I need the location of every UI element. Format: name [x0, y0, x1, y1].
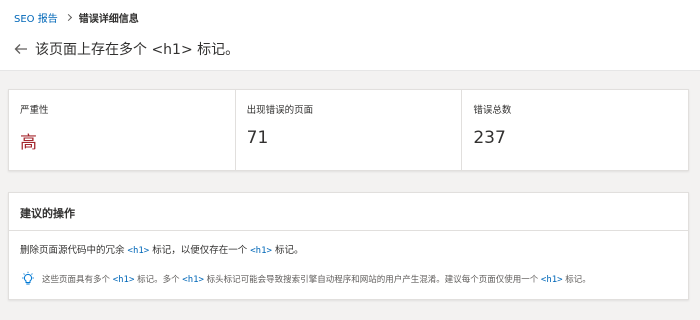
metric-label: 严重性: [20, 105, 49, 116]
back-button[interactable]: [12, 40, 30, 58]
action-text-part: 删除页面源代码中的冗余: [20, 245, 128, 256]
action-text-part: 标记，以便仅存在一个: [149, 245, 251, 256]
tip-row: 这些页面具有多个 <h1> 标记。多个 <h1> 标头标记可能会导致搜索引擎自动…: [20, 271, 591, 287]
recommended-actions-card: 建议的操作 删除页面源代码中的冗余 <h1> 标记，以便仅存在一个 <h1> 标…: [8, 192, 689, 300]
tip-text: 这些页面具有多个 <h1> 标记。多个 <h1> 标头标记可能会导致搜索引擎自动…: [42, 273, 591, 285]
h1-tag-code: <h1>: [182, 275, 204, 285]
h1-tag-code: <h1>: [127, 246, 150, 256]
arrow-left-icon: [14, 44, 27, 54]
metric-total-errors: 错误总数 237: [461, 90, 688, 170]
h1-tag-code: <h1>: [112, 275, 135, 285]
page-title: 该页面上存在多个 <h1> 标记。: [35, 39, 239, 59]
breadcrumb-current: 错误详细信息: [78, 13, 139, 25]
metric-severity: 严重性 高: [9, 90, 235, 170]
severity-value: 高: [20, 133, 37, 153]
chevron-right-icon: [64, 13, 72, 21]
page-title-text: 该页面上存在多个: [35, 42, 152, 58]
page-header: SEO 报告 错误详细信息 该页面上存在多个 <h1> 标记。: [0, 0, 700, 71]
action-text-part: 标记。: [271, 245, 304, 256]
tip-text-part: 标头标记可能会导致搜索引擎自动程序和网站的用户产生混淆。建议每个页面仅使用一个: [203, 275, 541, 285]
h1-tag-code: <h1>: [540, 275, 563, 285]
lightbulb-icon: [22, 271, 34, 285]
tip-text-part: 标记。多个: [134, 275, 183, 285]
breadcrumb: SEO 报告 错误详细信息: [14, 9, 139, 25]
total-errors-value: 237: [473, 128, 506, 148]
recommended-actions-heading: 建议的操作: [9, 193, 688, 231]
title-row: 该页面上存在多个 <h1> 标记。: [12, 38, 239, 60]
tip-text-part: 标记。: [562, 275, 591, 285]
metric-label: 出现错误的页面: [246, 105, 314, 116]
recommended-action-text: 删除页面源代码中的冗余 <h1> 标记，以便仅存在一个 <h1> 标记。: [20, 242, 303, 256]
metrics-card: 严重性 高 出现错误的页面 71 错误总数 237: [8, 89, 689, 171]
metric-pages-with-errors: 出现错误的页面 71: [234, 90, 462, 170]
metric-label: 错误总数: [473, 105, 512, 116]
page-title-suffix: 标记。: [192, 42, 240, 58]
pages-with-errors-value: 71: [246, 128, 269, 148]
breadcrumb-seo-report-link[interactable]: SEO 报告: [14, 10, 58, 25]
h1-tag-code: <h1>: [250, 246, 272, 256]
tip-text-part: 这些页面具有多个: [42, 275, 113, 285]
page-title-tag: <h1>: [151, 42, 193, 58]
